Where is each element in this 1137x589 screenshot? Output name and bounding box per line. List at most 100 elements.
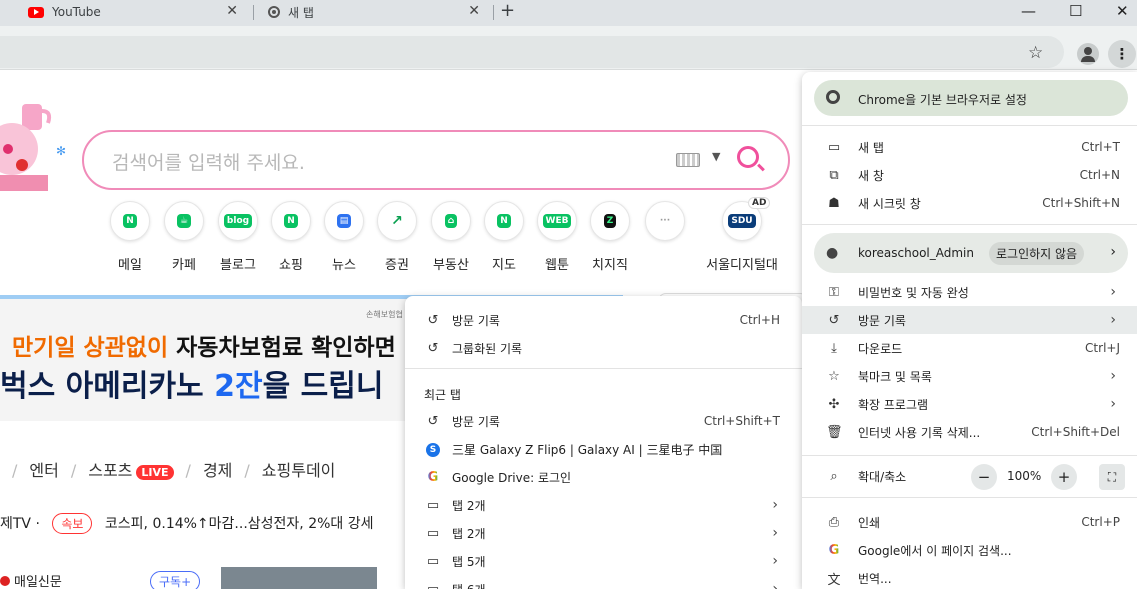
news-ticker[interactable]: 제TV · 속보 코스피, 0.14%↑마감...삼성전자, 2%대 강세 (0, 513, 374, 534)
svg-text:✻: ✻ (56, 144, 66, 158)
news-thumbnail[interactable] (221, 567, 377, 589)
shortcut-mark: ↗ (391, 213, 403, 229)
shortcut-label: 블로그 (220, 258, 256, 273)
menu-item-label: 확장 프로그램 (858, 397, 929, 412)
tab-new-tab[interactable]: 새 탭 ✕ (258, 0, 490, 24)
close-window-icon[interactable]: ✕ (1116, 2, 1129, 20)
profile-avatar-icon[interactable] (1077, 43, 1099, 65)
download-icon: ⤓ (831, 340, 837, 356)
menu-item-history[interactable]: ↺ 방문 기록 Ctrl+Shift+T (405, 407, 802, 435)
menu-item-bookmark-star[interactable]: ☆ 북마크 및 목록 › (802, 362, 1137, 390)
webtoon-icon: WEB (537, 201, 577, 241)
menu-item-window[interactable]: ▭ 탭 6개 › (405, 575, 802, 589)
banner-offer-highlight: 2잔 (214, 369, 263, 404)
shortcut-label: 쇼핑 (279, 258, 303, 273)
zoom-icon: ⌕ (830, 468, 838, 484)
shortcut-map[interactable]: N 지도 (477, 201, 531, 273)
keyboard-icon[interactable] (676, 153, 700, 167)
menu-item-new-tab[interactable]: ▭ 새 탭 Ctrl+T (802, 133, 1137, 161)
menu-item-download[interactable]: ⤓ 다운로드 Ctrl+J (802, 334, 1137, 362)
menu-item-print[interactable]: ⎙ 인쇄 Ctrl+P (802, 508, 1137, 536)
divider (802, 455, 1137, 456)
close-tab-icon[interactable]: ✕ (468, 3, 480, 19)
new-tab-plus-icon[interactable]: + (500, 0, 515, 21)
signin-status-pill: 로그인하지 않음 (989, 242, 1085, 265)
nav-shopping[interactable]: 쇼핑투데이 (262, 461, 336, 480)
key-icon: ⚿ (829, 284, 839, 300)
menu-item-label: Google Drive: 로그인 (452, 470, 572, 485)
chrome-menu-button[interactable]: ⋮ (1108, 40, 1136, 68)
menu-item-window[interactable]: ▭ 탭 5개 › (405, 547, 802, 575)
menu-item-window[interactable]: ▭ 탭 2개 › (405, 519, 802, 547)
nav-entertainment[interactable]: 엔터 (29, 461, 58, 480)
fullscreen-icon[interactable]: ⛶ (1099, 464, 1125, 490)
nav-sports[interactable]: 스포츠 (88, 461, 132, 480)
chevron-right-icon: › (772, 553, 778, 569)
shortcut-mail[interactable]: N 메일 (103, 201, 157, 273)
chevron-down-icon[interactable]: ▼ (712, 150, 720, 163)
shortcut-mark: N (123, 214, 137, 228)
search-icon[interactable] (737, 146, 759, 168)
menu-item-incognito[interactable]: ☗ 새 시크릿 창 Ctrl+Shift+N (802, 189, 1137, 217)
window-icon: ▭ (426, 581, 440, 589)
menu-item-key[interactable]: ⚿ 비밀번호 및 자동 완성 › (802, 278, 1137, 306)
menu-item-label: 탭 2개 (452, 526, 486, 541)
chevron-right-icon: › (1110, 312, 1116, 328)
shortcut-webtoon[interactable]: WEB 웹툰 (530, 201, 584, 273)
realestate-icon: ⌂ (431, 201, 471, 241)
menu-item-translate[interactable]: 文 번역... (802, 564, 1137, 589)
bookmark-star-icon[interactable]: ☆ (1028, 43, 1043, 63)
window-icon: ▭ (426, 525, 440, 541)
shortcut-mark: N (284, 214, 298, 228)
menu-item-window[interactable]: ▭ 탭 2개 › (405, 491, 802, 519)
menu-item-google[interactable]: G Google Drive: 로그인 (405, 463, 802, 491)
shortcut-cafe[interactable]: ☕ 카페 (157, 201, 211, 273)
zoom-in-button[interactable]: + (1051, 464, 1077, 490)
shortcut-chzzk[interactable]: Z 치지직 (583, 201, 637, 273)
submenu-item-label: 방문 기록 (452, 313, 500, 328)
menu-item-history[interactable]: ↺ 방문 기록 › (802, 306, 1137, 334)
menu-item-extension[interactable]: ✣ 확장 프로그램 › (802, 390, 1137, 418)
menu-item-label: 탭 2개 (452, 498, 486, 513)
shortcut-text: Ctrl+N (1079, 168, 1120, 182)
banner-headline: 만기일 상관없이 자동차보험료 확인하면 (12, 328, 396, 362)
shortcut-shopping[interactable]: N 쇼핑 (264, 201, 318, 273)
subscribe-button[interactable]: 구독+ (150, 571, 201, 589)
shortcut-more[interactable]: ··· (638, 201, 692, 254)
zoom-out-button[interactable]: − (971, 464, 997, 490)
close-tab-icon[interactable]: ✕ (226, 3, 238, 19)
shortcut-text: Ctrl+H (739, 313, 780, 327)
shortcut-mark: N (497, 214, 511, 228)
minimize-icon[interactable]: — (1021, 2, 1036, 20)
chevron-right-icon: › (1110, 244, 1116, 260)
address-bar[interactable] (0, 36, 1064, 68)
submenu-grouped-history[interactable]: ↺ 그룹화된 기록 (405, 334, 802, 362)
shortcut-text: Ctrl+P (1081, 515, 1120, 529)
tab-youtube[interactable]: YouTube ✕ (12, 0, 248, 24)
press-name[interactable]: 매일신문 (0, 571, 62, 589)
search-box[interactable]: 검색어를 입력해 주세요. ▼ (82, 130, 790, 190)
shortcut-sdu[interactable]: SDU AD 서울디지털대 (702, 197, 782, 273)
set-default-browser-button[interactable]: Chrome을 기본 브라우저로 설정 (814, 80, 1128, 116)
menu-item-new-window[interactable]: ⧉ 새 창 Ctrl+N (802, 161, 1137, 189)
maximize-icon[interactable]: ☐ (1069, 2, 1082, 20)
shortcut-mark: SDU (728, 214, 756, 228)
submenu-history[interactable]: ↺ 방문 기록 Ctrl+H (405, 306, 802, 334)
menu-item-google[interactable]: G Google에서 이 페이지 검색... (802, 536, 1137, 564)
nav-economy[interactable]: 경제 (203, 461, 232, 480)
shortcut-blog[interactable]: blog 블로그 (211, 201, 265, 273)
doodle-illustration: ✻ (0, 104, 66, 191)
menu-item-samsung[interactable]: S 三星 Galaxy Z Flip6 | Galaxy AI | 三星电子 中国 (405, 435, 802, 463)
menu-item-trash[interactable]: 🗑 인터넷 사용 기록 삭제... Ctrl+Shift+Del (802, 418, 1137, 446)
menu-item-label: 탭 6개 (452, 581, 486, 589)
history-icon: ↺ (427, 312, 439, 328)
shortcut-realestate[interactable]: ⌂ 부동산 (424, 201, 478, 273)
shortcut-stock[interactable]: ↗ 증권 (370, 201, 424, 273)
profile-row[interactable]: ● koreaschool_Admin 로그인하지 않음 › (814, 233, 1128, 273)
menu-item-label: 탭 5개 (452, 554, 486, 569)
chrome-icon (826, 90, 840, 104)
shortcut-news[interactable]: ▤ 뉴스 (317, 201, 371, 273)
ad-badge: AD (748, 197, 771, 209)
menu-item-label: 새 탭 (858, 140, 884, 155)
shortcut-mark: ☕ (176, 214, 192, 228)
